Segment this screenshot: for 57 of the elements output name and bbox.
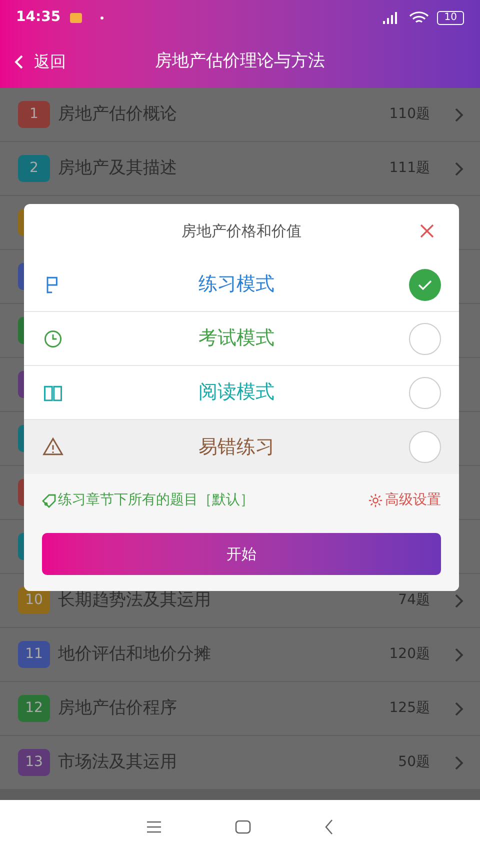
checked-radio[interactable]: [409, 268, 441, 300]
dot-icon: [98, 14, 105, 20]
warning-icon: [42, 436, 64, 458]
question-count: 110题: [389, 105, 430, 124]
radio-button[interactable]: [409, 322, 441, 354]
chevron-icon: [454, 646, 464, 662]
close-icon: [419, 223, 435, 239]
chapter-title: 房地产估价概论: [58, 102, 178, 126]
question-count: 50题: [398, 753, 430, 772]
chevron-icon: [454, 700, 464, 716]
home-icon[interactable]: [234, 820, 251, 834]
mode-label: 阅读模式: [198, 380, 276, 406]
start-button[interactable]: 开始: [42, 533, 441, 575]
chapter-title: 房地产及其描述: [58, 156, 178, 180]
settings-link[interactable]: 高级设置: [368, 490, 441, 511]
question-count: 125题: [389, 699, 430, 718]
chapter-row[interactable]: 11 地价评估和地价分摊 120题: [0, 628, 480, 682]
menu-icon[interactable]: [146, 820, 162, 832]
chapter-number: 1: [18, 101, 50, 128]
question-count: 74题: [398, 591, 430, 610]
back-button[interactable]: 返回: [12, 50, 66, 74]
chevron-icon: [454, 592, 464, 608]
chapter-title: 房地产估价程序: [58, 696, 178, 720]
chapter-row[interactable]: 13 市场法及其运用 50题: [0, 736, 480, 790]
dialog-title: 房地产价格和价值: [182, 220, 302, 242]
check-icon: [418, 278, 432, 290]
chapter-title: 市场法及其运用: [58, 750, 178, 774]
chapter-row[interactable]: 1 房地产估价概论 110题: [0, 88, 480, 142]
chapter-number: 2: [18, 155, 50, 182]
radio-button[interactable]: [409, 376, 441, 408]
notification-icon: [68, 12, 83, 24]
chapter-number: 11: [18, 641, 50, 668]
clock-icon: [42, 328, 64, 350]
question-count: 120题: [389, 645, 430, 664]
chevron-icon: [454, 754, 464, 770]
battery-icon: 10: [437, 10, 464, 24]
mode-label: 练习模式: [198, 272, 276, 298]
page-title: 房地产估价理论与方法: [155, 50, 325, 73]
scope-link[interactable]: 练习章节下所有的题目［默认］: [42, 490, 254, 511]
chapter-number: 12: [18, 695, 50, 722]
mode-label: 易错练习: [198, 434, 276, 460]
chapter-number: 13: [18, 749, 50, 776]
chevron-icon: [454, 106, 464, 122]
chapter-row[interactable]: 2 房地产及其描述 111题: [0, 142, 480, 196]
chevron-icon: [454, 160, 464, 176]
mode-option[interactable]: 易错练习: [24, 420, 459, 474]
close-button[interactable]: [419, 223, 435, 239]
wifi-icon: [409, 10, 430, 24]
chapter-title: 地价评估和地价分摊: [58, 642, 212, 666]
radio-button[interactable]: [409, 431, 441, 463]
chapter-title: 长期趋势法及其运用: [58, 588, 212, 612]
chapter-row[interactable]: 12 房地产估价程序 125题: [0, 682, 480, 736]
mode-label: 考试模式: [198, 326, 276, 352]
tag-icon: [42, 494, 56, 508]
question-count: 111题: [389, 159, 430, 178]
status-time: 14:35: [16, 8, 61, 27]
back-nav-icon[interactable]: [324, 818, 334, 834]
